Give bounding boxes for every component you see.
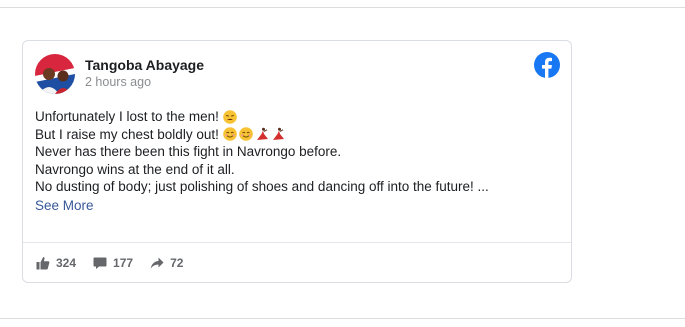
- post-timestamp[interactable]: 2 hours ago: [85, 75, 151, 89]
- author-avatar[interactable]: [35, 54, 75, 94]
- comment-count-button[interactable]: 177: [93, 256, 133, 270]
- dancer-emoji-icon: [272, 127, 284, 141]
- dancer-emoji-icon: [256, 127, 268, 141]
- author-name[interactable]: Tangoba Abayage: [85, 57, 204, 73]
- like-count-button[interactable]: 324: [36, 256, 76, 270]
- post-body: Unfortunately I lost to the men! But I r…: [35, 108, 560, 215]
- post-line-text: Navrongo wins at the end of it all.: [35, 161, 235, 177]
- post-line: Navrongo wins at the end of it all.: [35, 161, 560, 179]
- weary-face-emoji-icon: [223, 109, 237, 124]
- share-arrow-icon: [150, 257, 164, 269]
- post-line: No dusting of body; just polishing of sh…: [35, 178, 560, 196]
- post-divider: [23, 242, 571, 243]
- thumbs-up-icon: [36, 257, 50, 270]
- page-divider-top: [0, 7, 685, 8]
- facebook-post-embed: Tangoba Abayage 2 hours ago Unfortunatel…: [22, 40, 572, 283]
- see-more-link[interactable]: See More: [35, 197, 560, 215]
- comment-icon: [93, 257, 107, 269]
- post-line: Never has there been this fight in Navro…: [35, 143, 560, 161]
- post-line: But I raise my chest boldly out!: [35, 126, 560, 144]
- share-count-button[interactable]: 72: [150, 256, 183, 270]
- share-count: 72: [170, 256, 184, 270]
- post-line-text: But I raise my chest boldly out!: [35, 126, 219, 142]
- post-stats-bar: 324 177 72: [36, 255, 200, 271]
- like-count: 324: [56, 256, 77, 270]
- comment-count: 177: [113, 256, 134, 270]
- page-divider-bottom: [0, 318, 685, 319]
- smiling-face-emoji-icon: [239, 127, 253, 142]
- post-line-text: Never has there been this fight in Navro…: [35, 144, 342, 159]
- facebook-logo-icon[interactable]: [534, 52, 560, 78]
- post-line-text: Unfortunately I lost to the men!: [35, 109, 219, 124]
- post-line: Unfortunately I lost to the men!: [35, 108, 560, 126]
- smiling-face-emoji-icon: [223, 127, 237, 142]
- post-line-text: No dusting of body; just polishing of sh…: [35, 179, 489, 194]
